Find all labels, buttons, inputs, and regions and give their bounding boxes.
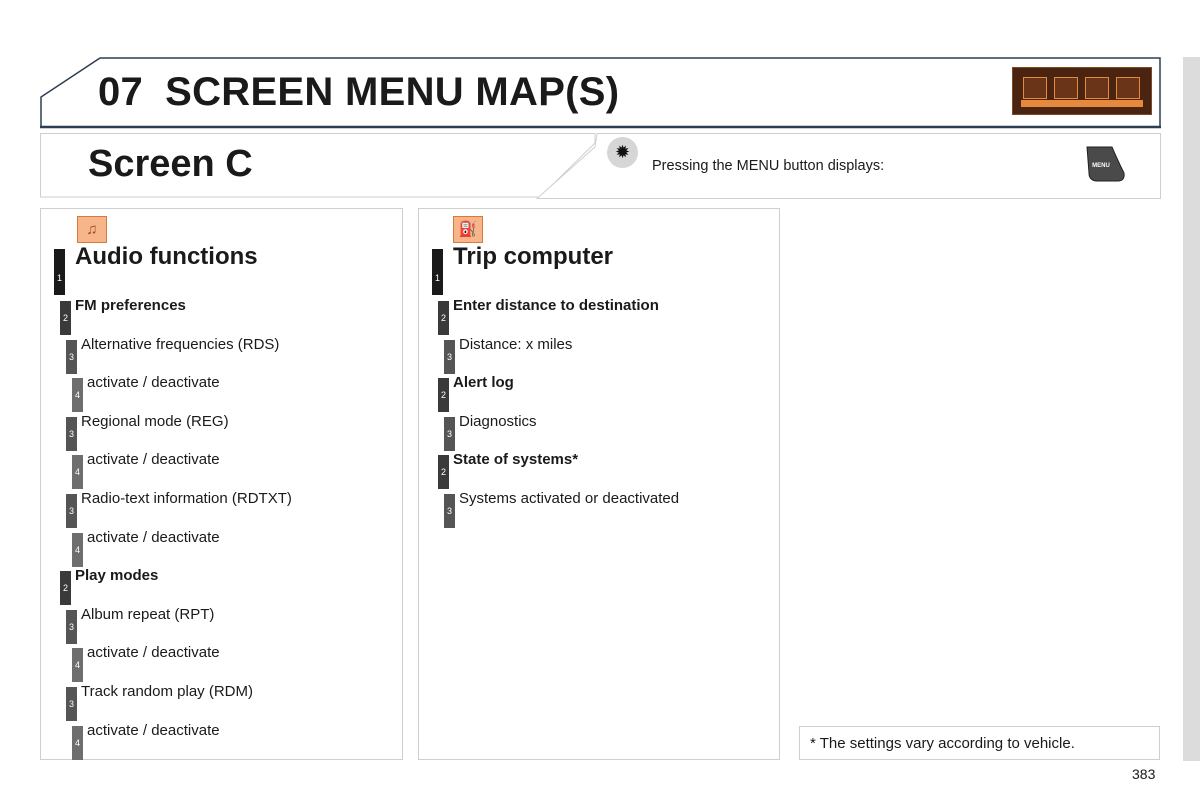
lightbulb-icon: ✹ (607, 137, 638, 168)
level-marker: 4 (72, 532, 83, 567)
level-marker: 3 (66, 339, 77, 374)
menu-item-label: activate / deactivate (87, 528, 220, 546)
menu-item-label: Alert log (453, 374, 514, 392)
footnote-text: * The settings vary according to vehicle… (810, 735, 1075, 752)
menu-item-label: Album repeat (RPT) (81, 605, 215, 623)
level-marker: 2 (438, 455, 449, 490)
level-marker: 3 (66, 494, 77, 528)
panel-trip-computer: ⛽ 1 Trip computer 2 Enter distance to desti… (418, 208, 780, 760)
menu-button-icon: MENU (1084, 145, 1126, 183)
menu-item-label: Systems activated or deactivated (459, 490, 680, 507)
menu-item-label: Trip computer (453, 243, 614, 270)
level-marker: 2 (60, 571, 71, 606)
menu-item-label: Play modes (75, 567, 159, 585)
menu-instruction: Pressing the MENU button displays: (652, 158, 885, 174)
menu-item-label: activate / deactivate (87, 374, 220, 392)
level-marker: 3 (66, 416, 77, 451)
telephone-icon (1116, 77, 1140, 99)
chapter-title: 07 SCREEN MENU MAP(S) (98, 70, 619, 115)
menu-item-label: Distance: x miles (459, 335, 573, 353)
level-marker: 4 (72, 455, 83, 490)
level-marker: 3 (66, 687, 77, 721)
level-marker: 4 (72, 725, 83, 760)
level-marker: 3 (444, 339, 455, 374)
level-marker: 1 (54, 249, 65, 295)
trip-computer-icon (1054, 77, 1078, 99)
menu-key-label: MENU (1092, 163, 1110, 169)
menu-item-label: State of systems* (453, 451, 579, 469)
screen-title: Screen C (88, 143, 253, 185)
level-marker: 2 (438, 301, 449, 335)
level-marker: 3 (444, 494, 455, 528)
level-marker: 4 (72, 378, 83, 413)
level-marker: 4 (72, 648, 83, 683)
menu-item-label: Regional mode (REG) (81, 412, 229, 430)
menu-item-label: Track random play (RDM) (81, 683, 253, 700)
icon-badge-bar (1021, 100, 1143, 107)
level-marker: 3 (66, 609, 77, 644)
menu-item-label: activate / deactivate (87, 451, 220, 469)
panel-audio-functions: ♫ 1 Audio functions 2 FM preferences 3 Altern… (40, 208, 403, 760)
level-marker: 1 (432, 249, 443, 295)
menu-item-label: Audio functions (75, 243, 258, 270)
audio-icon (1023, 77, 1047, 99)
level-marker: 2 (60, 301, 71, 335)
level-marker: 3 (444, 416, 455, 451)
trip-computer-icon: ⛽ (453, 216, 483, 243)
menu-item-label: activate / deactivate (87, 721, 220, 739)
menu-item-label: Diagnostics (459, 412, 537, 430)
settings-icon (1085, 77, 1109, 99)
menu-item-label: Radio-text information (RDTXT) (81, 490, 292, 507)
menu-item-label: Enter distance to destination (453, 297, 659, 314)
audio-icon: ♫ (77, 216, 107, 243)
page-number: 383 (1132, 766, 1156, 782)
chapter-title-text: SCREEN MENU MAP(S) (165, 70, 620, 114)
menu-item-label: activate / deactivate (87, 644, 220, 662)
level-marker: 2 (438, 378, 449, 413)
side-strip (1183, 57, 1200, 761)
chapter-number: 07 (98, 70, 144, 114)
menu-item-label: Alternative frequencies (RDS) (81, 335, 280, 353)
menu-item-label: FM preferences (75, 297, 186, 314)
chapter-icon-badge (1012, 67, 1152, 115)
